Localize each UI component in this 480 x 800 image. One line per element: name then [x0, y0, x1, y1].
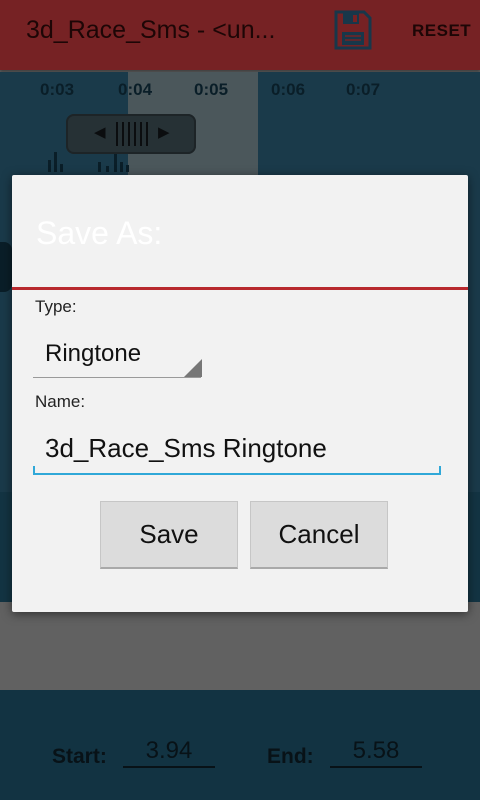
title-divider	[12, 287, 468, 290]
type-label: Type:	[35, 297, 77, 316]
cancel-button[interactable]: Cancel	[250, 501, 388, 569]
name-input-value: 3d_Race_Sms Ringtone	[45, 433, 327, 463]
name-label: Name:	[35, 392, 86, 411]
name-input[interactable]: 3d_Race_Sms Ringtone	[33, 425, 441, 475]
type-spinner-value: Ringtone	[45, 340, 142, 367]
type-spinner[interactable]: Ringtone	[33, 329, 202, 378]
dropdown-caret-icon	[184, 359, 202, 377]
save-button[interactable]: Save	[100, 501, 238, 569]
dialog-title: Save As:	[36, 215, 163, 251]
save-as-dialog: Save As: Type: Ringtone Name: 3d_Race_Sm…	[12, 175, 468, 612]
